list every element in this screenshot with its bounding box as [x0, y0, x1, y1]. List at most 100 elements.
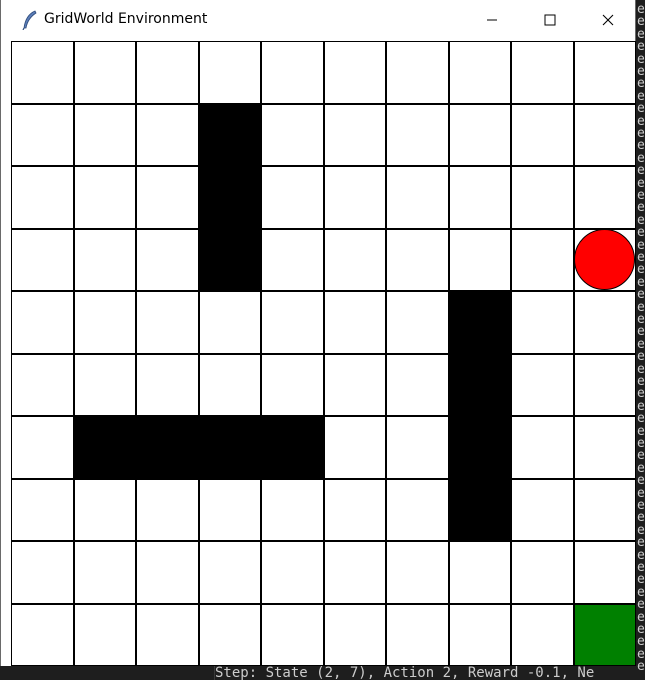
- close-icon: [602, 14, 614, 26]
- feather-icon: [21, 10, 39, 31]
- grid-cell: [573, 416, 636, 479]
- grid-cell: [386, 228, 449, 291]
- grid-cell: [511, 228, 574, 291]
- grid-cell: [11, 541, 74, 604]
- grid-cell: [448, 41, 511, 104]
- gridworld-window: GridWorld Environment: [0, 0, 636, 666]
- grid-cell: [11, 291, 74, 354]
- wall-cell: [448, 478, 511, 541]
- wall-cell: [73, 416, 136, 479]
- grid-cell: [198, 41, 261, 104]
- grid-canvas[interactable]: [11, 41, 636, 666]
- grid-cell: [261, 353, 324, 416]
- wall-cell: [198, 416, 261, 479]
- grid-cell: [511, 603, 574, 666]
- wall-cell: [198, 103, 261, 166]
- grid-cell: [73, 228, 136, 291]
- grid-cell: [386, 166, 449, 229]
- grid-cell: [198, 541, 261, 604]
- grid-cell: [11, 41, 74, 104]
- grid-cell: [323, 103, 386, 166]
- window-title: GridWorld Environment: [44, 11, 208, 27]
- close-button[interactable]: [585, 0, 631, 40]
- grid-cell: [261, 541, 324, 604]
- grid-cell: [198, 603, 261, 666]
- grid-cell: [261, 291, 324, 354]
- grid-cell: [11, 478, 74, 541]
- grid-cell: [11, 353, 74, 416]
- grid-cell: [11, 603, 74, 666]
- grid-cell: [386, 103, 449, 166]
- grid-cell: [386, 41, 449, 104]
- grid-cell: [386, 353, 449, 416]
- grid-cell: [448, 103, 511, 166]
- grid-cell: [261, 228, 324, 291]
- grid-cell: [573, 353, 636, 416]
- maximize-icon: [544, 14, 556, 26]
- grid-cell: [511, 416, 574, 479]
- grid-cell: [386, 541, 449, 604]
- grid-cell: [511, 291, 574, 354]
- background-terminal-right: eeeeeeeeeeeeeeeeeeeeeeeeeeeeeeeeeeeeeeee…: [636, 0, 645, 680]
- background-terminal-output: Step: State (2, 7), Action 2, Reward -0.…: [215, 666, 595, 680]
- grid-cell: [73, 353, 136, 416]
- window-titlebar[interactable]: GridWorld Environment: [1, 0, 635, 40]
- wall-cell: [448, 353, 511, 416]
- minimize-button[interactable]: [469, 0, 515, 40]
- grid-cell: [573, 41, 636, 104]
- grid-cell: [448, 603, 511, 666]
- grid-cell: [261, 166, 324, 229]
- grid-cell: [73, 603, 136, 666]
- grid-cell: [136, 103, 199, 166]
- grid-cell: [448, 166, 511, 229]
- grid-cell: [573, 541, 636, 604]
- grid-cell: [261, 41, 324, 104]
- grid-cell: [323, 228, 386, 291]
- grid-cell: [323, 166, 386, 229]
- grid-cell: [136, 603, 199, 666]
- grid-cell: [11, 103, 74, 166]
- grid-cell: [511, 166, 574, 229]
- grid-cell: [448, 228, 511, 291]
- grid-cell: [198, 291, 261, 354]
- grid-cell: [323, 416, 386, 479]
- grid-cell: [261, 478, 324, 541]
- maximize-button[interactable]: [527, 0, 573, 40]
- grid-cell: [136, 541, 199, 604]
- wall-cell: [198, 228, 261, 291]
- grid-cell: [11, 228, 74, 291]
- grid-cell: [73, 103, 136, 166]
- grid-cell: [261, 603, 324, 666]
- grid-cell: [11, 166, 74, 229]
- grid-cell: [511, 41, 574, 104]
- grid-cell: [136, 353, 199, 416]
- minimize-icon: [487, 19, 497, 21]
- wall-cell: [448, 416, 511, 479]
- grid-cell: [511, 541, 574, 604]
- grid-cell: [136, 228, 199, 291]
- wall-cell: [136, 416, 199, 479]
- grid-cell: [136, 478, 199, 541]
- grid-cell: [511, 103, 574, 166]
- grid-cell: [323, 41, 386, 104]
- grid-cell: [386, 603, 449, 666]
- grid-cell: [511, 353, 574, 416]
- grid-cell: [511, 478, 574, 541]
- grid-cell: [386, 416, 449, 479]
- grid-cell: [136, 41, 199, 104]
- wall-cell: [448, 291, 511, 354]
- goal-cell: [573, 603, 636, 666]
- grid-cell: [73, 166, 136, 229]
- grid-cell: [73, 291, 136, 354]
- grid-cell: [448, 541, 511, 604]
- grid-cell: [323, 541, 386, 604]
- grid-cell: [261, 103, 324, 166]
- grid-cell: [198, 353, 261, 416]
- grid-cell: [573, 166, 636, 229]
- grid-cell: [323, 603, 386, 666]
- grid-cell: [386, 478, 449, 541]
- grid-cell: [323, 478, 386, 541]
- wall-cell: [198, 166, 261, 229]
- grid-cell: [573, 291, 636, 354]
- grid-cell: [323, 353, 386, 416]
